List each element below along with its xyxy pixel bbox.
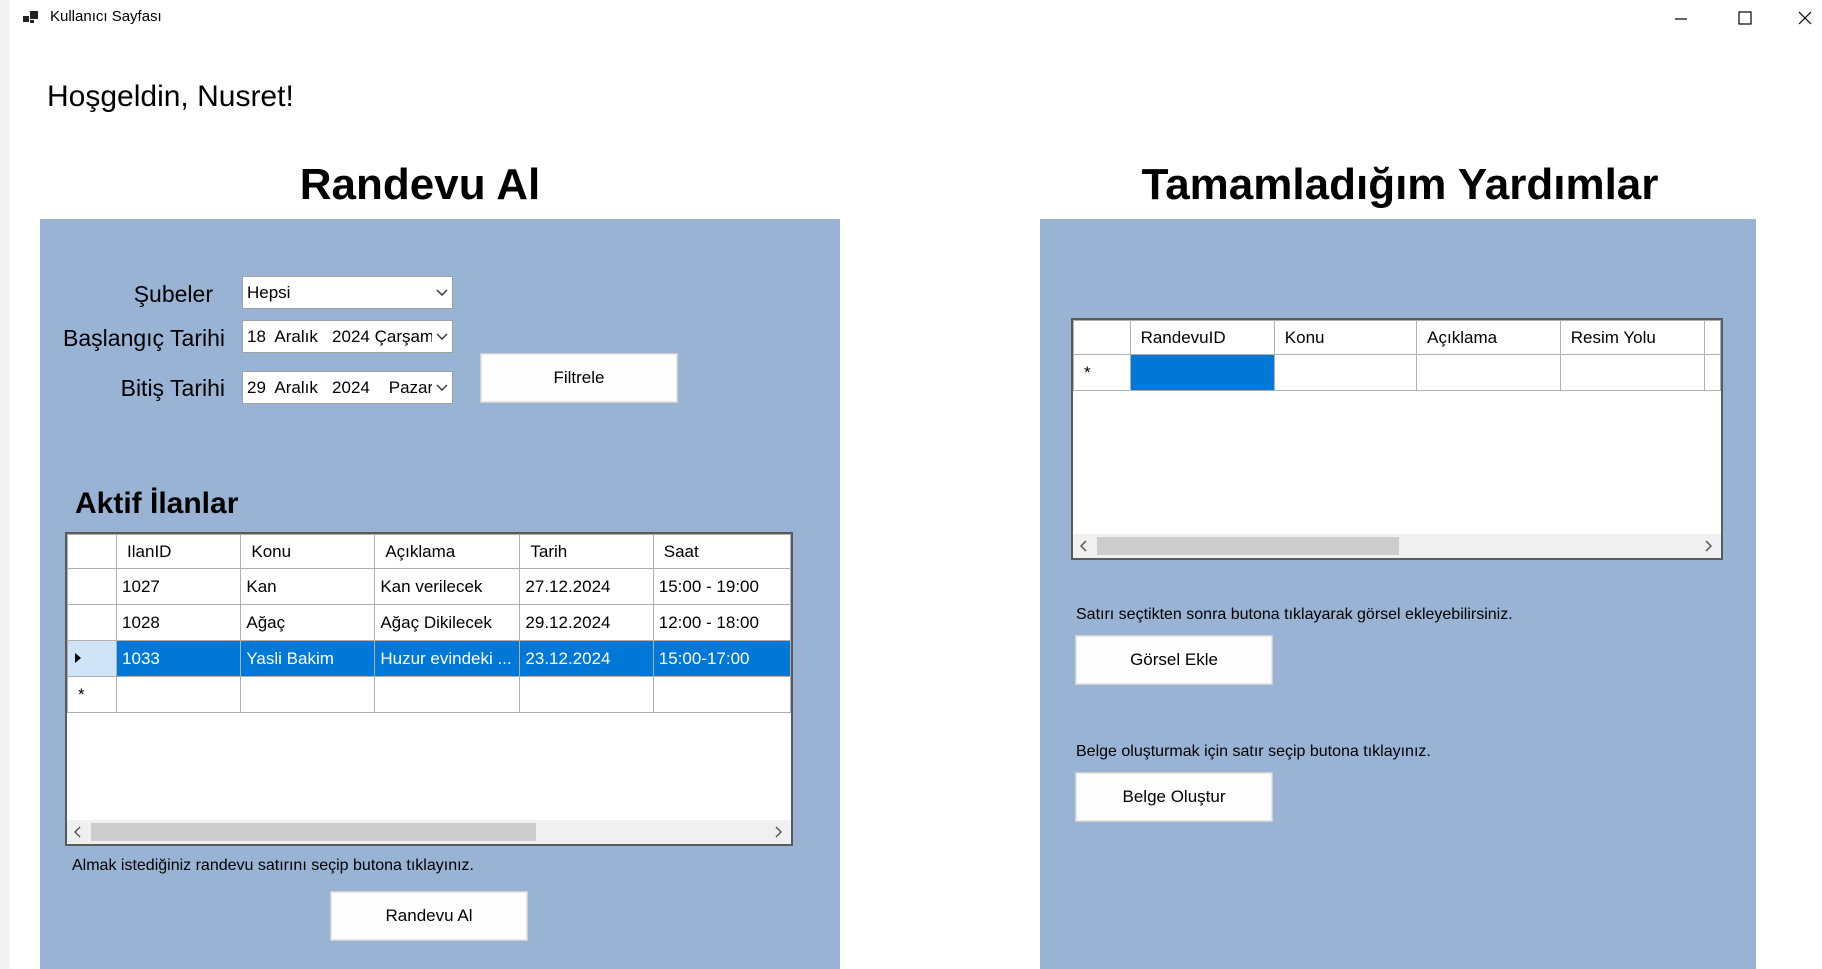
scroll-right-icon[interactable]: [767, 820, 789, 844]
chevron-down-icon: [432, 289, 452, 297]
document-hint: Belge oluşturmak için satır seçip butona…: [1076, 743, 1431, 760]
table-row-selected[interactable]: 1033 Yasli Bakim Huzur evindeki ... 23.1…: [67, 640, 791, 677]
table-cell-selected[interactable]: [1129, 354, 1275, 391]
column-header[interactable]: Konu: [1273, 320, 1418, 355]
completed-help-grid[interactable]: RandevuID Konu Açıklama Resim Yolu *: [1071, 318, 1723, 560]
column-header[interactable]: Saat: [652, 534, 791, 569]
appointment-heading: Randevu Al: [299, 160, 541, 209]
appointment-panel: Şubeler Hepsi Başlangıç Tarihi 18 Aralık…: [40, 219, 840, 969]
table-cell[interactable]: 12:00 - 18:00: [652, 604, 791, 641]
image-hint: Satırı seçtikten sonra butona tıklayarak…: [1076, 606, 1513, 623]
scrollbar-thumb[interactable]: [1097, 537, 1399, 555]
book-appointment-button[interactable]: Randevu Al: [330, 891, 528, 941]
maximize-icon: [1738, 11, 1752, 25]
column-header: [1703, 320, 1721, 355]
filter-button[interactable]: Filtrele: [480, 353, 678, 403]
row-header[interactable]: [67, 568, 118, 605]
column-header[interactable]: Tarih: [519, 534, 654, 569]
welcome-text: Hoşgeldin, Nusret!: [47, 80, 294, 113]
table-cell[interactable]: [116, 676, 242, 713]
completed-help-heading: Tamamladığım Yardımlar: [1141, 160, 1659, 209]
listings-table: IlanID Konu Açıklama Tarih Saat 1027 Kan…: [67, 534, 791, 713]
table-cell[interactable]: [519, 676, 654, 713]
branch-label: Şubeler: [133, 281, 213, 307]
table-cell[interactable]: 15:00-17:00: [652, 640, 791, 677]
completed-help-panel: RandevuID Konu Açıklama Resim Yolu * Sat…: [1040, 219, 1756, 969]
chevron-down-icon: [432, 333, 452, 341]
active-listings-grid[interactable]: IlanID Konu Açıklama Tarih Saat 1027 Kan…: [65, 532, 793, 846]
start-date-picker[interactable]: 18 Aralık 2024 Çarşamba: [242, 320, 453, 353]
end-date-label: Bitiş Tarihi: [120, 375, 225, 401]
table-cell[interactable]: 1027: [116, 568, 242, 605]
current-row-arrow-icon: [75, 652, 81, 663]
close-icon: [1798, 11, 1812, 25]
table-cell[interactable]: Huzur evindeki ...: [374, 640, 521, 677]
completed-table: RandevuID Konu Açıklama Resim Yolu *: [1073, 320, 1721, 391]
table-cell[interactable]: [374, 676, 521, 713]
create-document-button[interactable]: Belge Oluştur: [1075, 772, 1273, 822]
table-cell[interactable]: 27.12.2024: [519, 568, 654, 605]
appointment-hint: Almak istediğiniz randevu satırını seçip…: [72, 857, 474, 874]
active-listings-title: Aktif İlanlar: [75, 487, 239, 520]
column-header[interactable]: Konu: [240, 534, 376, 569]
scroll-left-icon[interactable]: [1073, 534, 1095, 558]
minimize-icon: [1675, 18, 1687, 20]
new-row[interactable]: *: [67, 676, 791, 713]
horizontal-scrollbar[interactable]: [67, 820, 791, 844]
new-row[interactable]: *: [1073, 354, 1721, 391]
scrollbar-thumb[interactable]: [91, 823, 536, 841]
table-cell[interactable]: 1033: [116, 640, 242, 677]
table-header-row: RandevuID Konu Açıklama Resim Yolu: [1073, 320, 1721, 355]
row-header[interactable]: [67, 640, 118, 677]
end-date-value: 29 Aralık 2024 Pazar: [247, 377, 432, 397]
row-header[interactable]: [67, 604, 118, 641]
column-header[interactable]: Resim Yolu: [1559, 320, 1705, 355]
row-header-corner: [67, 534, 118, 569]
column-header[interactable]: IlanID: [116, 534, 242, 569]
table-cell[interactable]: Kan: [240, 568, 376, 605]
table-row[interactable]: 1028 Ağaç Ağaç Dikilecek 29.12.2024 12:0…: [67, 604, 791, 641]
scroll-left-icon[interactable]: [67, 820, 89, 844]
branch-dropdown[interactable]: Hepsi: [242, 276, 453, 309]
add-image-button[interactable]: Görsel Ekle: [1075, 635, 1273, 685]
new-row-marker: *: [67, 676, 118, 713]
start-date-value: 18 Aralık 2024 Çarşamba: [247, 326, 432, 346]
table-cell[interactable]: Ağaç Dikilecek: [374, 604, 521, 641]
table-row[interactable]: 1027 Kan Kan verilecek 27.12.2024 15:00 …: [67, 568, 791, 605]
maximize-button[interactable]: [1716, 0, 1774, 36]
scroll-right-icon[interactable]: [1697, 534, 1719, 558]
window-left-edge: [0, 0, 10, 969]
new-row-marker: *: [1073, 354, 1131, 391]
column-header[interactable]: Açıklama: [1416, 320, 1561, 355]
table-cell[interactable]: Yasli Bakim: [240, 640, 376, 677]
table-cell[interactable]: [1703, 354, 1721, 391]
table-cell[interactable]: 29.12.2024: [519, 604, 654, 641]
table-cell[interactable]: Ağaç: [240, 604, 376, 641]
table-cell[interactable]: [1273, 354, 1418, 391]
horizontal-scrollbar[interactable]: [1073, 534, 1721, 558]
table-cell[interactable]: 15:00 - 19:00: [652, 568, 791, 605]
end-date-picker[interactable]: 29 Aralık 2024 Pazar: [242, 371, 453, 404]
table-cell[interactable]: 1028: [116, 604, 242, 641]
row-header-corner: [1073, 320, 1131, 355]
start-date-label: Başlangıç Tarihi: [63, 325, 225, 351]
close-button[interactable]: [1776, 0, 1822, 36]
title-bar[interactable]: Kullanıcı Sayfası: [10, 0, 1822, 36]
branch-value: Hepsi: [247, 282, 291, 302]
table-cell[interactable]: 23.12.2024: [519, 640, 654, 677]
window-title: Kullanıcı Sayfası: [50, 8, 162, 25]
windows-forms-icon: [22, 9, 40, 27]
table-cell[interactable]: [240, 676, 376, 713]
table-cell[interactable]: [652, 676, 791, 713]
table-cell[interactable]: [1416, 354, 1561, 391]
table-cell[interactable]: [1559, 354, 1705, 391]
minimize-button[interactable]: [1652, 0, 1710, 36]
table-header-row: IlanID Konu Açıklama Tarih Saat: [67, 534, 791, 569]
chevron-down-icon: [432, 384, 452, 392]
column-header[interactable]: RandevuID: [1129, 320, 1275, 355]
column-header[interactable]: Açıklama: [374, 534, 521, 569]
table-cell[interactable]: Kan verilecek: [374, 568, 521, 605]
